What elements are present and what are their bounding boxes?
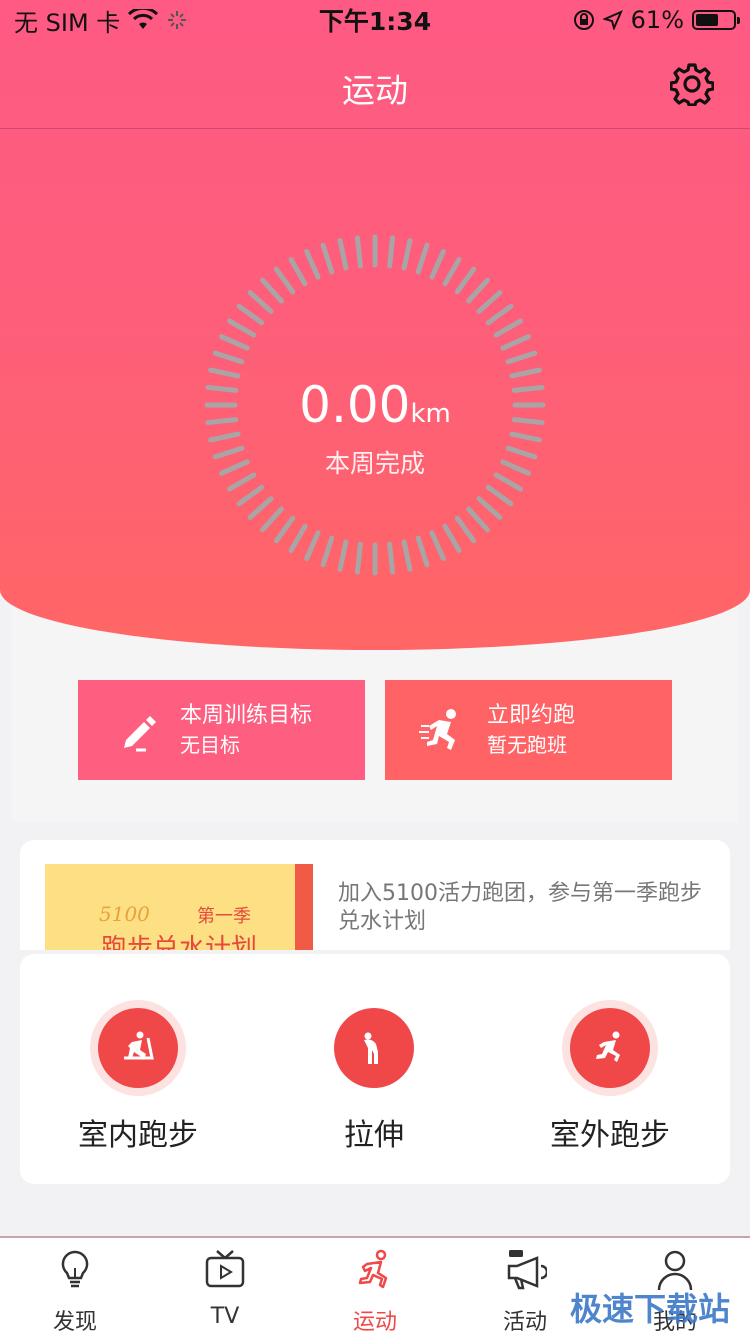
tab-label: 运动 (352, 1310, 397, 1334)
tab-label: 发现 (52, 1310, 97, 1334)
distance-value: 0.00 (299, 376, 411, 434)
progress-tick (304, 530, 321, 561)
promo-banner[interactable]: 5100 第一季 跑步兑水计划 加入5100活力跑团，参与第一季跑步兑水计划 (20, 840, 730, 950)
progress-tick (454, 515, 477, 544)
progress-tick (415, 535, 430, 568)
promo-season: 第一季 (197, 906, 251, 927)
goal-subtitle: 无目标 (180, 733, 240, 757)
progress-tick (476, 290, 503, 314)
battery-icon (692, 10, 740, 30)
tab-sport[interactable]: 运动 (300, 1238, 450, 1334)
runner-icon (596, 1031, 620, 1062)
pencil-icon (124, 716, 156, 752)
progress-tick (442, 523, 462, 553)
distance-unit: km (410, 399, 451, 429)
progress-tick (273, 266, 296, 295)
mode-label: 室内跑步 (78, 1118, 198, 1153)
progress-tick (288, 523, 308, 553)
progress-tick (466, 506, 490, 533)
weekly-goal-button[interactable]: 本周训练目标 无目标 (78, 680, 365, 780)
weekly-distance: 0.00km (0, 376, 750, 434)
treadmill-icon (124, 1031, 154, 1060)
tab-label: TV (210, 1304, 240, 1329)
page-title: 运动 (342, 71, 408, 110)
promo-image: 5100 第一季 跑步兑水计划 (45, 864, 313, 950)
promo-headline: 跑步兑水计划 (101, 934, 258, 950)
progress-tick (509, 431, 542, 443)
status-time: 下午1:34 (318, 7, 432, 36)
mode-stretch[interactable]: 拉伸 (274, 1000, 474, 1154)
tab-tv[interactable]: TV (150, 1238, 300, 1334)
progress-tick (260, 277, 284, 304)
join-run-button[interactable]: 立即约跑 暂无跑班 (385, 680, 672, 780)
progress-tick (320, 242, 335, 275)
progress-tick (401, 539, 413, 572)
progress-tick (505, 350, 538, 365)
progress-tick (454, 266, 477, 295)
lightbulb-icon (61, 1250, 89, 1288)
weekly-label: 本周完成 (324, 449, 425, 478)
gear-icon[interactable] (670, 62, 714, 106)
progress-tick (288, 257, 308, 287)
progress-tick (354, 541, 363, 575)
progress-tick (429, 249, 446, 280)
progress-tick (500, 334, 531, 351)
progress-tick (320, 535, 335, 568)
progress-tick (273, 515, 296, 544)
mode-label: 室外跑步 (550, 1118, 670, 1153)
progress-tick (260, 506, 284, 533)
mode-outdoor-run[interactable]: 室外跑步 (510, 1000, 710, 1154)
watermark: 极速下载站 (569, 1290, 730, 1328)
promo-stripe (295, 864, 313, 950)
stretch-icon (364, 1032, 378, 1064)
progress-tick (415, 242, 430, 275)
progress-tick (485, 303, 514, 326)
progress-tick (387, 541, 396, 575)
tv-icon (205, 1250, 245, 1288)
progress-tick (208, 431, 241, 443)
mode-label: 拉伸 (344, 1118, 404, 1153)
progress-tick (247, 290, 274, 314)
progress-tick (236, 484, 265, 507)
progress-tick (236, 303, 265, 326)
nav-bar: 运动 (0, 50, 750, 120)
goal-title: 本周训练目标 (180, 703, 313, 728)
workout-modes: 室内跑步 拉伸 室外跑步 (20, 954, 730, 1184)
promo-logo: 5100 (99, 902, 150, 926)
progress-tick (493, 318, 523, 338)
progress-tick (219, 334, 250, 351)
progress-tick (401, 238, 413, 271)
mode-indoor-run[interactable]: 室内跑步 (38, 1000, 238, 1154)
progress-tick (337, 238, 349, 271)
progress-tick (247, 496, 274, 520)
run-subtitle: 暂无跑班 (487, 733, 567, 757)
progress-tick (337, 539, 349, 572)
status-bar: 无 SIM 卡 下午1:34 61% (0, 0, 750, 40)
running-icon (358, 1249, 388, 1289)
megaphone-icon (507, 1250, 549, 1290)
progress-tick (442, 257, 462, 287)
progress-tick (304, 249, 321, 280)
progress-tick (476, 496, 503, 520)
progress-tick (227, 318, 257, 338)
run-title: 立即约跑 (487, 703, 576, 728)
tab-discover[interactable]: 发现 (0, 1238, 150, 1334)
progress-tick (212, 350, 245, 365)
progress-tick (429, 530, 446, 561)
sprint-icon (419, 709, 456, 750)
promo-text: 加入5100活力跑团，参与第一季跑步兑水计划 (338, 881, 702, 934)
progress-tick (466, 277, 490, 304)
progress-tick (354, 235, 363, 269)
progress-tick (485, 484, 514, 507)
progress-tick (387, 235, 396, 269)
